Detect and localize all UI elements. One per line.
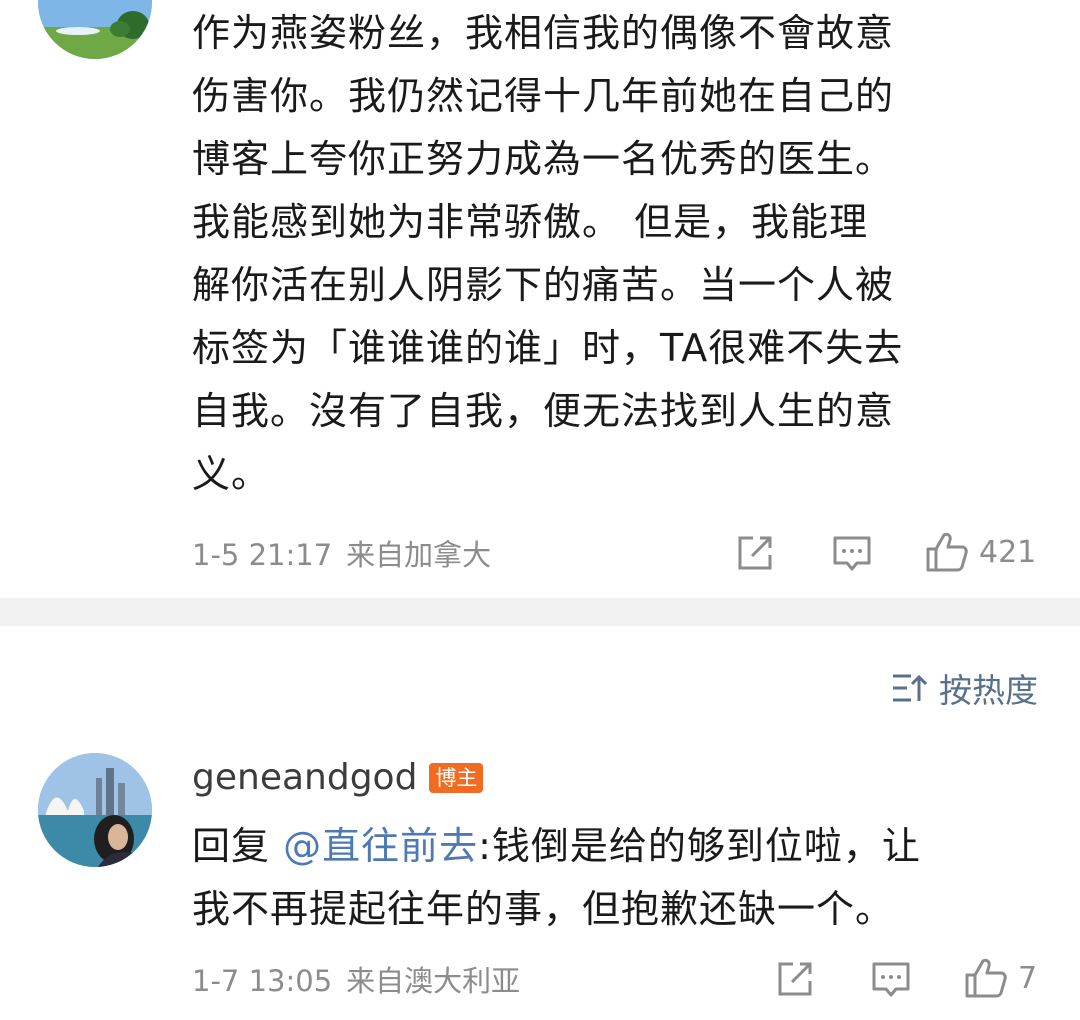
sort-button[interactable]: 按热度	[891, 664, 1038, 712]
sort-icon	[893, 674, 927, 702]
comment-text: 作为燕姿粉丝，我相信我的偶像不會故意 伤害你。我仍然记得十几年前她在自己的 博客…	[192, 11, 904, 496]
mention-link[interactable]: @直往前去	[283, 824, 478, 868]
like-count: 421	[979, 534, 1037, 570]
share-icon	[738, 536, 772, 570]
share-button[interactable]	[776, 960, 814, 998]
comment-time: 1-7 13:05	[192, 964, 333, 998]
avatar-image	[38, 753, 152, 867]
comment-text: 回复 @直往前去:钱倒是给的够到位啦，让 我不再提起往年的事，但抱歉还缺一个。	[192, 815, 1022, 941]
share-button[interactable]	[736, 534, 774, 572]
thumbs-up-icon	[926, 532, 968, 572]
sort-label: 按热度	[939, 671, 1038, 710]
avatar[interactable]	[38, 0, 152, 59]
like-button[interactable]: 421	[925, 530, 1036, 574]
comment-button[interactable]	[871, 960, 911, 1000]
avatar-image	[38, 0, 152, 59]
comment-button[interactable]	[832, 534, 872, 574]
author-name[interactable]: geneandgod	[192, 757, 417, 798]
like-button[interactable]: 7	[964, 956, 1037, 1000]
avatar[interactable]	[38, 753, 152, 867]
comment-author: geneandgod 博主	[192, 757, 484, 798]
comment-source: 来自澳大利亚	[346, 964, 521, 998]
comment-source: 来自加拿大	[346, 538, 492, 572]
like-count: 7	[1018, 960, 1038, 996]
share-icon	[778, 962, 812, 996]
comment-meta: 1-5 21:17 来自加拿大	[192, 532, 505, 574]
author-badge: 博主	[429, 762, 484, 793]
comment-time: 1-5 21:17	[192, 538, 333, 572]
thumbs-up-icon	[965, 958, 1007, 998]
comment-meta: 1-7 13:05 来自澳大利亚	[192, 958, 534, 1000]
reply-prefix: 回复	[192, 824, 271, 868]
section-divider	[0, 598, 1080, 626]
comment-icon	[833, 536, 871, 571]
comment-icon	[872, 962, 910, 997]
